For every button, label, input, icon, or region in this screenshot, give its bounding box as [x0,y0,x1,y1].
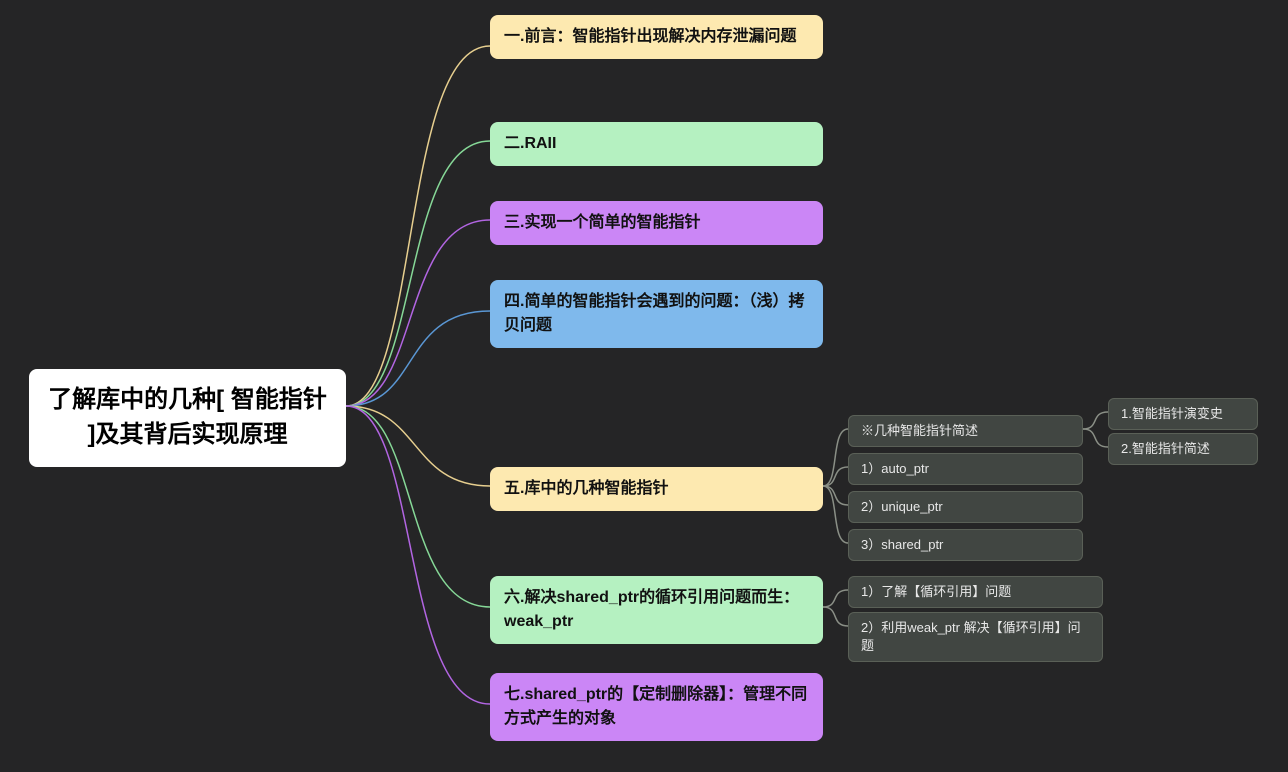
sub-6-solve-cycle[interactable]: 2）利用weak_ptr 解决【循环引用】问题 [848,612,1103,662]
root-node[interactable]: 了解库中的几种[ 智能指针 ]及其背后实现原理 [29,369,346,467]
sub-6-understand-cycle[interactable]: 1）了解【循环引用】问题 [848,576,1103,608]
sub-5-auto-ptr[interactable]: 1）auto_ptr [848,453,1083,485]
sub-5-1-brief[interactable]: 2.智能指针简述 [1108,433,1258,465]
sub-5-shared-ptr[interactable]: 3）shared_ptr [848,529,1083,561]
node-1-preface[interactable]: 一.前言：智能指针出现解决内存泄漏问题 [490,15,823,59]
node-3-simple-pointer[interactable]: 三.实现一个简单的智能指针 [490,201,823,245]
node-4-copy-problem[interactable]: 四.简单的智能指针会遇到的问题：（浅）拷贝问题 [490,280,823,348]
node-2-raii[interactable]: 二.RAII [490,122,823,166]
node-7-custom-deleter[interactable]: 七.shared_ptr的【定制删除器】：管理不同方式产生的对象 [490,673,823,741]
sub-5-unique-ptr[interactable]: 2）unique_ptr [848,491,1083,523]
node-5-library-pointers[interactable]: 五.库中的几种智能指针 [490,467,823,511]
node-6-weak-ptr[interactable]: 六.解决shared_ptr的循环引用问题而生：weak_ptr [490,576,823,644]
sub-5-1-history[interactable]: 1.智能指针演变史 [1108,398,1258,430]
sub-5-overview[interactable]: ※几种智能指针简述 [848,415,1083,447]
